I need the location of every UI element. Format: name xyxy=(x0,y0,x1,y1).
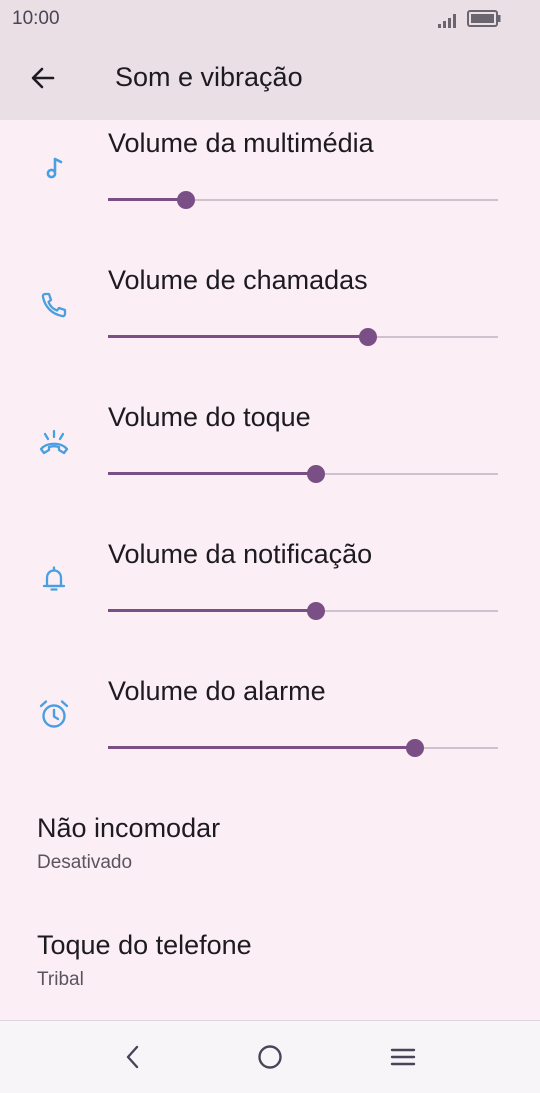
page-title: Som e vibração xyxy=(115,62,303,92)
volume-label: Volume do alarme xyxy=(108,676,326,706)
status-bar: 10:00 xyxy=(0,0,540,38)
slider-fill xyxy=(108,335,368,338)
volume-slider-media[interactable] xyxy=(108,188,498,212)
volume-slider-calls[interactable] xyxy=(108,325,498,349)
slider-fill xyxy=(108,472,316,475)
slider-thumb[interactable] xyxy=(406,739,424,757)
volume-slider-notification[interactable] xyxy=(108,599,498,623)
battery-icon xyxy=(467,10,501,27)
volume-row-calls: Volume de chamadas xyxy=(0,257,540,387)
phone-ringtone-item[interactable]: Toque do telefone Tribal xyxy=(37,930,497,991)
nav-back-button[interactable] xyxy=(115,1039,151,1075)
status-time: 10:00 xyxy=(12,8,60,29)
back-button[interactable] xyxy=(24,58,62,98)
slider-fill xyxy=(108,198,186,201)
volume-row-alarm: Volume do alarme xyxy=(0,668,540,798)
nav-menu-button[interactable] xyxy=(385,1039,421,1075)
slider-thumb[interactable] xyxy=(307,602,325,620)
bell-icon xyxy=(36,561,72,597)
slider-thumb[interactable] xyxy=(307,465,325,483)
nav-home-button[interactable] xyxy=(252,1039,288,1075)
slider-fill xyxy=(108,746,415,749)
slider-thumb[interactable] xyxy=(359,328,377,346)
nav-menu-icon xyxy=(390,1048,416,1066)
arrow-back-icon xyxy=(31,67,55,89)
pref-title: Não incomodar xyxy=(37,813,221,843)
app-bar: Som e vibração xyxy=(0,38,540,120)
settings-list[interactable]: Volume da multimédia Volume de chamadas xyxy=(0,120,540,1020)
navigation-bar xyxy=(0,1020,540,1093)
volume-label: Volume de chamadas xyxy=(108,265,368,295)
music-note-icon xyxy=(36,150,72,186)
volume-slider-alarm[interactable] xyxy=(108,736,498,760)
volume-row-notification: Volume da notificação xyxy=(0,531,540,661)
volume-row-ring: Volume do toque xyxy=(0,394,540,524)
pref-summary: Tribal xyxy=(37,969,84,990)
slider-thumb[interactable] xyxy=(177,191,195,209)
volume-slider-ring[interactable] xyxy=(108,462,498,486)
slider-fill xyxy=(108,609,316,612)
alarm-clock-icon xyxy=(36,696,72,732)
do-not-disturb-item[interactable]: Não incomodar Desativado xyxy=(37,813,497,874)
nav-home-icon xyxy=(258,1045,282,1069)
pref-summary: Desativado xyxy=(37,852,133,873)
volume-label: Volume da notificação xyxy=(108,539,373,569)
signal-icon xyxy=(438,14,456,28)
volume-label: Volume do toque xyxy=(108,402,311,432)
phone-icon xyxy=(36,287,72,323)
volume-label: Volume da multimédia xyxy=(108,128,374,158)
ringing-phone-icon xyxy=(36,424,72,460)
nav-back-icon xyxy=(126,1045,139,1069)
volume-row-media: Volume da multimédia xyxy=(0,120,540,250)
pref-title: Toque do telefone xyxy=(37,930,252,960)
